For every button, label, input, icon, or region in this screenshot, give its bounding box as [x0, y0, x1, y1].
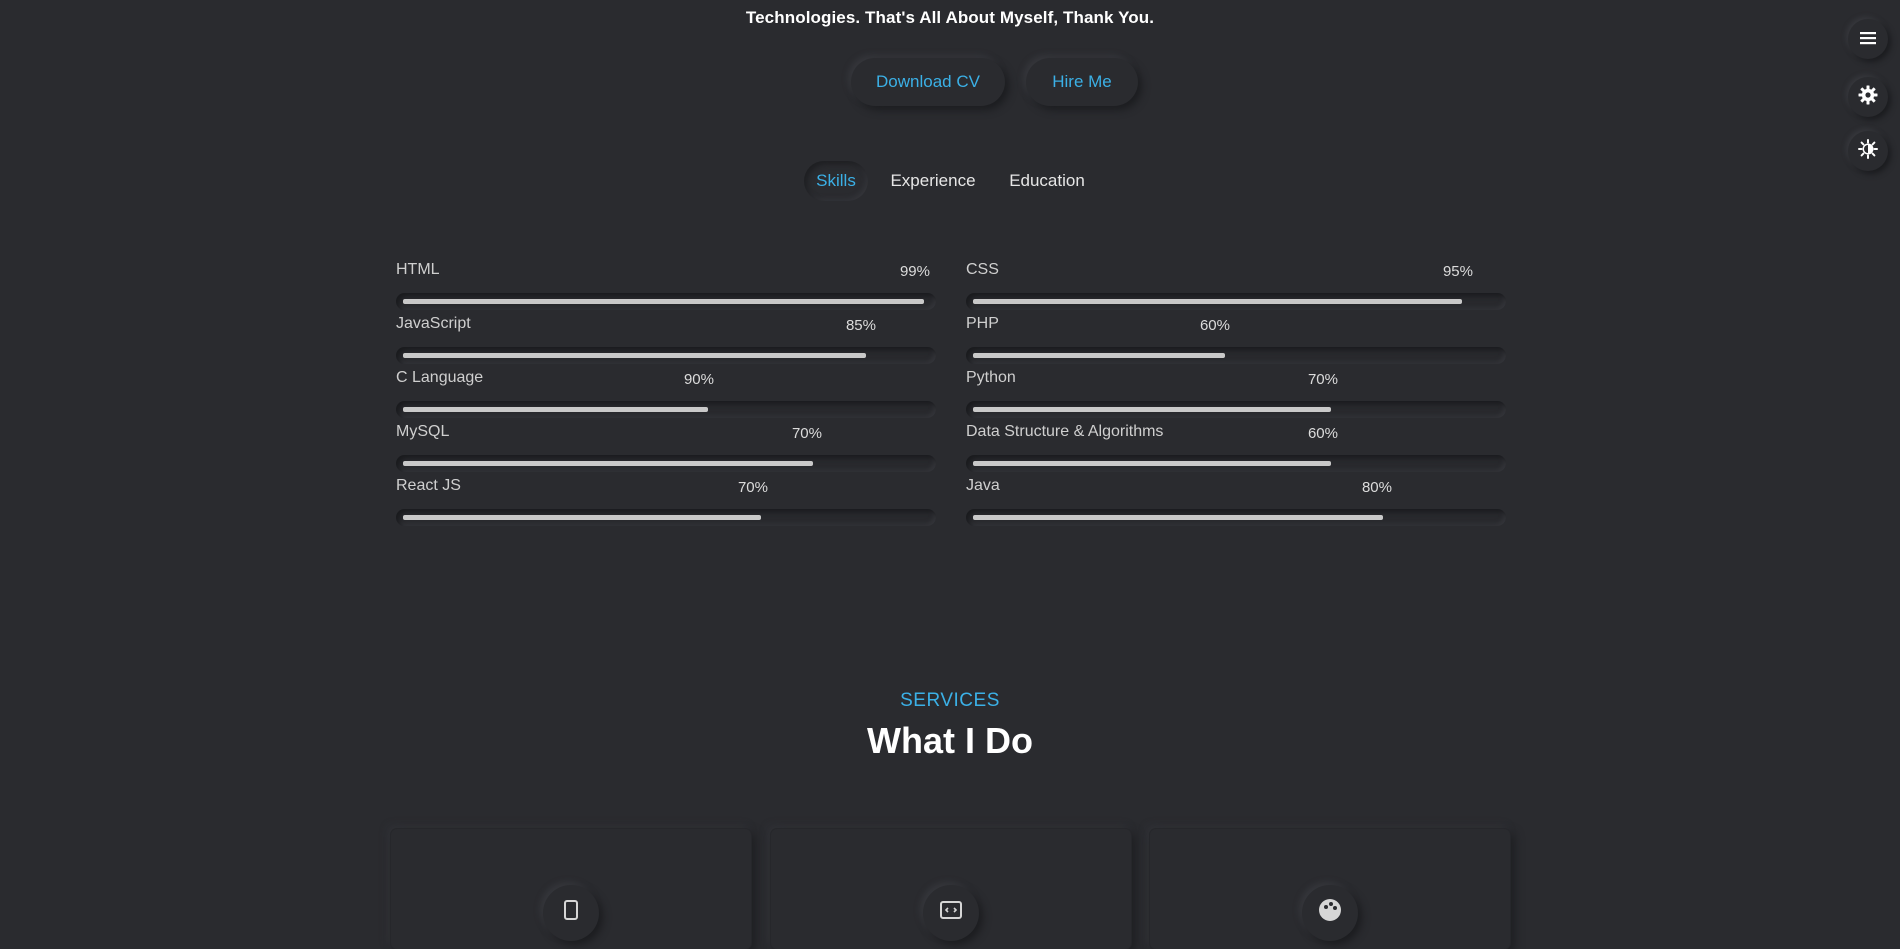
- theme-toggle-button[interactable]: [1848, 131, 1888, 171]
- skill-progress-fill: [403, 461, 813, 466]
- menu-icon: [1860, 30, 1876, 49]
- skill-react-js: React JS 70%: [396, 474, 936, 528]
- skill-php: PHP 60%: [966, 312, 1506, 366]
- skill-name: MySQL: [396, 423, 450, 440]
- services-section-title: What I Do: [867, 720, 1033, 761]
- tab-experience[interactable]: Experience: [880, 161, 986, 201]
- skill-progress-track: [396, 455, 936, 472]
- skill-progress-fill: [403, 299, 924, 304]
- gear-icon: [1858, 85, 1878, 109]
- code-window-icon: [923, 885, 979, 941]
- skill-progress-fill: [973, 461, 1331, 466]
- skill-percent: 85%: [845, 317, 876, 334]
- settings-button[interactable]: [1848, 77, 1888, 117]
- skill-name: Data Structure & Algorithms: [966, 423, 1164, 440]
- skill-name: HTML: [396, 261, 440, 278]
- skill-name: Java: [966, 477, 1000, 494]
- skill-progress-fill: [973, 299, 1462, 304]
- skill-progress-fill: [403, 353, 866, 358]
- skill-name: C Language: [396, 369, 484, 386]
- skill-percent: 70%: [791, 425, 822, 442]
- skill-progress-track: [966, 293, 1506, 310]
- skill-percent: 70%: [1307, 371, 1338, 388]
- skill-percent: 60%: [1307, 425, 1338, 442]
- skill-progress-track: [966, 509, 1506, 526]
- service-card[interactable]: [391, 829, 751, 949]
- intro-text-line-2: Technologies. That's All About Myself, T…: [745, 8, 1155, 27]
- skill-percent: 95%: [1442, 263, 1473, 280]
- skill-name: Python: [966, 369, 1016, 386]
- skill-css: CSS 95%: [966, 258, 1506, 312]
- resume-tabs: Skills Experience Education: [0, 161, 1900, 201]
- skill-progress-track: [966, 347, 1506, 364]
- skill-c-language: C Language 90%: [396, 366, 936, 420]
- palette-icon: [1302, 885, 1358, 941]
- skill-percent: 60%: [1199, 317, 1230, 334]
- skill-name: PHP: [966, 315, 999, 332]
- skill-percent: 90%: [683, 371, 714, 388]
- skill-progress-track: [966, 455, 1506, 472]
- services-section-label: SERVICES: [900, 690, 1000, 711]
- skill-mysql: MySQL 70%: [396, 420, 936, 474]
- skill-percent: 99%: [899, 263, 930, 280]
- theme-toggle-icon: [1858, 139, 1878, 163]
- skill-progress-track: [396, 401, 936, 418]
- mobile-icon: [543, 885, 599, 941]
- skill-progress-track: [396, 347, 936, 364]
- skill-progress-fill: [973, 353, 1225, 358]
- service-card[interactable]: [771, 829, 1131, 949]
- tab-education[interactable]: Education: [1000, 161, 1094, 201]
- hire-me-button[interactable]: Hire Me: [1026, 58, 1138, 106]
- skill-progress-fill: [973, 407, 1331, 412]
- skill-python: Python 70%: [966, 366, 1506, 420]
- skill-name: React JS: [396, 477, 461, 494]
- skill-name: JavaScript: [396, 315, 471, 332]
- skill-javascript: JavaScript 85%: [396, 312, 936, 366]
- skill-html: HTML 99%: [396, 258, 936, 312]
- skill-progress-track: [966, 401, 1506, 418]
- skill-progress-track: [396, 293, 936, 310]
- tab-skills[interactable]: Skills: [804, 161, 868, 201]
- skill-progress-fill: [403, 515, 761, 520]
- menu-button[interactable]: [1848, 19, 1888, 59]
- skill-name: CSS: [966, 261, 999, 278]
- skill-data-structures: Data Structure & Algorithms 60%: [966, 420, 1506, 474]
- service-card[interactable]: [1150, 829, 1510, 949]
- download-cv-button[interactable]: Download CV: [851, 58, 1005, 106]
- skill-percent: 80%: [1361, 479, 1392, 496]
- skill-progress-fill: [973, 515, 1383, 520]
- skill-progress-fill: [403, 407, 708, 412]
- skill-progress-track: [396, 509, 936, 526]
- skill-java: Java 80%: [966, 474, 1506, 528]
- skill-percent: 70%: [737, 479, 768, 496]
